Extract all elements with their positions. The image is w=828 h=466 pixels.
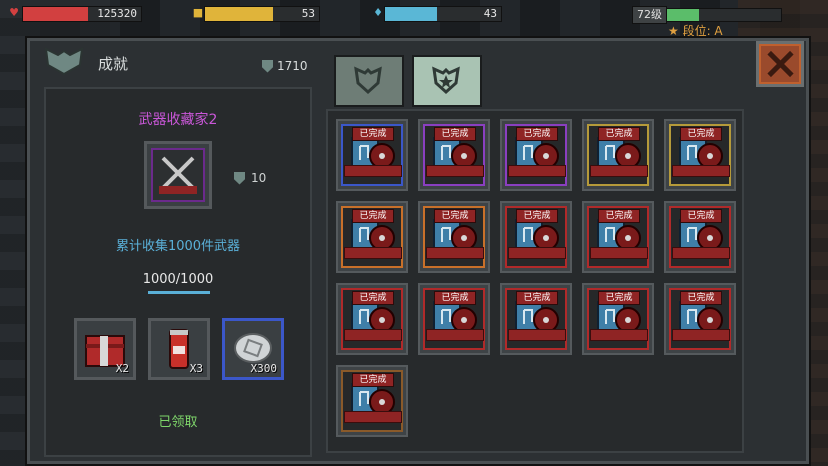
achievement-item[interactable]: 已完成 (500, 119, 572, 191)
close-button[interactable] (756, 41, 804, 87)
completed-banner: 已完成 (352, 209, 394, 223)
achievement-item-ribbon (426, 165, 484, 177)
achievement-item[interactable]: 已完成 (418, 201, 490, 273)
achievement-item-ribbon (590, 247, 648, 259)
completed-banner: 已完成 (598, 291, 640, 305)
health-value: 125320 (97, 7, 137, 20)
heart-icon: ♥ (9, 6, 19, 19)
achievement-points-value: 10 (251, 171, 267, 185)
achievement-item-ribbon (672, 329, 730, 341)
energy-bar: 43 (384, 6, 502, 22)
achievement-description: 累计收集1000件武器 (115, 239, 241, 254)
tab-honors[interactable] (412, 55, 482, 107)
completed-banner: 已完成 (598, 209, 640, 223)
rank-text: 段位: A (682, 24, 723, 38)
achievement-icon (144, 141, 212, 209)
achievement-item-ribbon (672, 165, 730, 177)
reward-status: 已领取 (158, 415, 198, 430)
completed-banner: 已完成 (680, 291, 722, 305)
achievement-item-ribbon (344, 165, 402, 177)
reward-qty: X2 (115, 362, 129, 375)
points-value: 1710 (277, 59, 308, 73)
energy-value: 43 (483, 7, 497, 20)
rank-label: ★ 段位: A (668, 22, 723, 39)
achievement-item[interactable]: 已完成 (582, 283, 654, 355)
completed-banner: 已完成 (352, 373, 394, 387)
reward-qty: X3 (189, 362, 203, 375)
completed-banner: 已完成 (434, 291, 476, 305)
achievement-item[interactable]: 已完成 (418, 119, 490, 191)
achievement-item-ribbon (508, 165, 566, 177)
achievement-item[interactable]: 已完成 (336, 119, 408, 191)
shield-achievement-icon (354, 66, 382, 95)
achievement-progress: 1000/1000 (142, 272, 214, 287)
completed-banner: 已完成 (680, 209, 722, 223)
achievement-panel: 成就 1710 武器收藏家2 10 累计收集1000件武器 1000/1000 … (27, 38, 809, 464)
reward-cola-can[interactable]: X3 (148, 318, 210, 380)
crossed-swords-icon (159, 156, 197, 194)
armor-fill (205, 7, 274, 21)
achievement-points-reward: 10 (234, 171, 266, 185)
achievement-progress-bar (148, 291, 210, 294)
achievement-item[interactable]: 已完成 (664, 283, 736, 355)
completed-banner: 已完成 (680, 127, 722, 141)
achievement-item-ribbon (672, 247, 730, 259)
armor-icon: ■ (192, 6, 204, 19)
health-fill (23, 7, 88, 21)
tab-achievements[interactable] (334, 55, 404, 107)
achievement-item-ribbon (426, 247, 484, 259)
achievement-item[interactable]: 已完成 (500, 283, 572, 355)
achievement-name: 武器收藏家2 (138, 112, 218, 128)
reward-supply-crate[interactable]: X2 (74, 318, 136, 380)
achievement-item[interactable]: 已完成 (336, 201, 408, 273)
achievement-item[interactable]: 已完成 (664, 119, 736, 191)
achievement-item-ribbon (344, 247, 402, 259)
completed-banner: 已完成 (516, 291, 558, 305)
achievement-item[interactable]: 已完成 (582, 119, 654, 191)
completed-banner: 已完成 (516, 209, 558, 223)
armor-value: 53 (301, 7, 315, 20)
achievement-item[interactable]: 已完成 (418, 283, 490, 355)
completed-banner: 已完成 (352, 127, 394, 141)
completed-banner: 已完成 (434, 127, 476, 141)
achievement-shield-icon (44, 47, 84, 75)
energy-fill (385, 7, 438, 21)
completed-banner: 已完成 (598, 127, 640, 141)
achievement-item-ribbon (590, 329, 648, 341)
completed-banner: 已完成 (434, 209, 476, 223)
panel-title: 成就 (98, 55, 129, 73)
completed-banner: 已完成 (516, 127, 558, 141)
achievement-item-ribbon (344, 329, 402, 341)
achievement-detail: 武器收藏家2 10 累计收集1000件武器 1000/1000 X2 X3 X3… (44, 87, 312, 457)
shield-points-icon (262, 59, 273, 73)
armor-bar: 53 (204, 6, 320, 22)
reward-silver-coin[interactable]: X300 (222, 318, 284, 380)
achievement-item-ribbon (426, 329, 484, 341)
achievement-item[interactable]: 已完成 (336, 283, 408, 355)
achievement-item-ribbon (344, 411, 402, 423)
achievement-grid: 已完成 已完成 已完成 已完成 已完成 已完成 已完成 已完成 已完成 已完成 已完成 已完成 已完成已… (326, 109, 744, 453)
completed-banner: 已完成 (352, 291, 394, 305)
energy-drop-icon: ♦ (373, 6, 383, 19)
shield-star-icon (432, 66, 460, 95)
star-icon: ★ (668, 24, 683, 38)
level-bar (666, 8, 782, 22)
level-badge: 72级 (632, 6, 667, 24)
achievement-points: 1710 (262, 59, 308, 73)
achievement-item[interactable]: 已完成 (664, 201, 736, 273)
level-fill (667, 9, 699, 21)
achievement-item[interactable]: 已完成 (500, 201, 572, 273)
health-bar: 125320 (22, 6, 142, 22)
achievement-item[interactable]: 已完成 (582, 201, 654, 273)
achievement-item-ribbon (590, 165, 648, 177)
shield-points-icon (234, 171, 245, 185)
achievement-item-ribbon (508, 329, 566, 341)
reward-qty: X300 (250, 362, 278, 375)
achievement-item-ribbon (508, 247, 566, 259)
achievement-item[interactable]: 已完成 (336, 365, 408, 437)
